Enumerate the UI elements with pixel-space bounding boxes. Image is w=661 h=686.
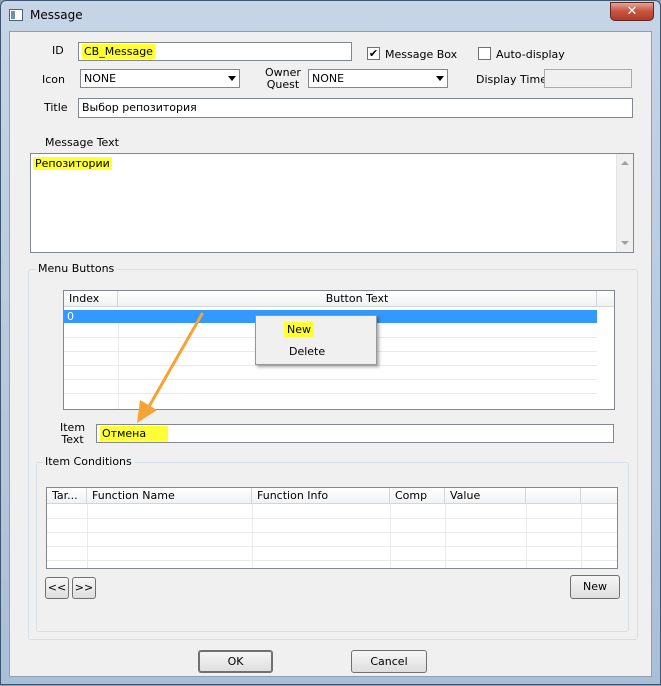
annotation-arrow-head xyxy=(137,400,157,423)
message-dialog: Message ✕ ID CB_Message ✔ Message Box Au… xyxy=(0,0,661,685)
annotation-arrow-shaft xyxy=(145,312,204,412)
annotation-arrow xyxy=(137,312,204,423)
